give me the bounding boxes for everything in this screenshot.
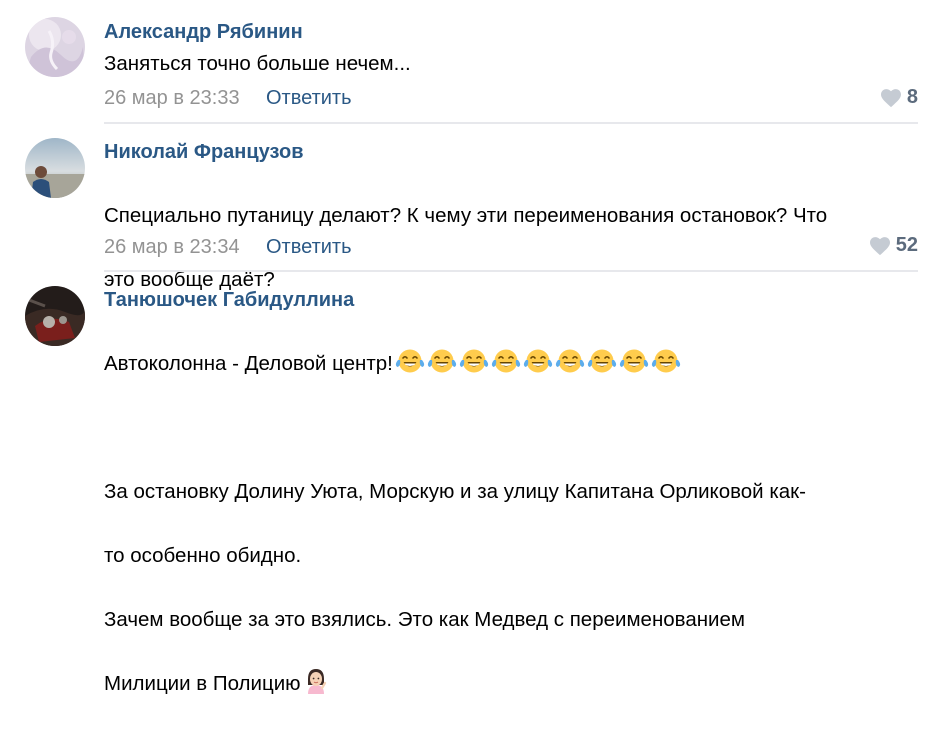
- heart-icon: [869, 236, 890, 255]
- comment-text-line: [104, 412, 914, 444]
- face-with-tears-of-joy-icon: [619, 349, 648, 373]
- comment-author[interactable]: Николай Французов: [104, 141, 303, 164]
- woman-tipping-hand-icon: [305, 668, 327, 704]
- comment-date[interactable]: 26 мар в 23:34: [104, 236, 240, 259]
- face-with-tears-of-joy-icon: [555, 349, 584, 373]
- divider: [104, 122, 918, 124]
- comment-text: Заняться точно больше нечем...: [104, 52, 411, 75]
- reply-button[interactable]: Ответить: [266, 236, 352, 259]
- like-count: 8: [906, 86, 918, 108]
- face-with-tears-of-joy-icon: [651, 349, 680, 373]
- face-with-tears-of-joy-icon: [395, 349, 424, 373]
- comment-text-line: За остановку Долину Уюта, Морскую и за у…: [104, 480, 806, 503]
- avatar[interactable]: [25, 286, 85, 346]
- comment-text-line: то особенно обидно.: [104, 544, 302, 567]
- face-with-tears-of-joy-icon: [587, 349, 616, 373]
- comment-text-fragment: Автоколонна - Деловой центр!: [104, 352, 393, 375]
- comment-text-line: Автоколонна - Деловой центр!: [104, 348, 914, 380]
- divider: [104, 270, 918, 272]
- emoji-row: [395, 348, 681, 374]
- like-button[interactable]: 52: [869, 234, 918, 257]
- comment-date[interactable]: 26 мар в 23:33: [104, 87, 240, 110]
- comment-author[interactable]: Танюшочек Габидуллина: [104, 289, 354, 312]
- comment-text-line: Зачем вообще за это взялись. Это как Мед…: [104, 608, 746, 631]
- face-with-tears-of-joy-icon: [427, 349, 456, 373]
- heart-icon: [880, 88, 901, 107]
- face-with-tears-of-joy-icon: [459, 349, 488, 373]
- avatar[interactable]: [25, 138, 85, 198]
- comment-text-line: Милиции в Полицию: [104, 668, 914, 704]
- comment-text-line: Специально путаницу делают? К чему эти п…: [104, 204, 828, 227]
- comment-text-fragment: Милиции в Полицию: [104, 672, 301, 695]
- comment-author[interactable]: Александр Рябинин: [104, 21, 303, 44]
- face-with-tears-of-joy-icon: [491, 349, 520, 373]
- like-button[interactable]: 8: [880, 86, 918, 109]
- like-count: 52: [895, 234, 918, 256]
- avatar[interactable]: [25, 17, 85, 77]
- reply-button[interactable]: Ответить: [266, 87, 352, 110]
- comment-text: Автоколонна - Деловой центр! За остановк…: [104, 316, 914, 736]
- face-with-tears-of-joy-icon: [523, 349, 552, 373]
